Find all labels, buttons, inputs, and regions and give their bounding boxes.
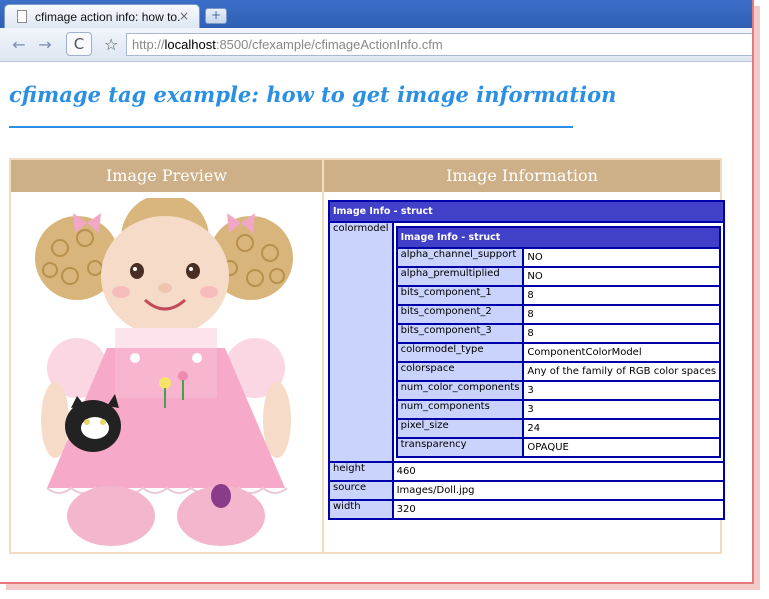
dump-value: 3 — [522, 399, 722, 420]
image-information-header: Image Information — [324, 160, 720, 192]
browser-window: cfimage action info: how to... × + ← → C… — [0, 0, 754, 584]
dump-key[interactable]: num_components — [395, 399, 525, 420]
dump-value: 24 — [522, 418, 722, 439]
dump-key[interactable]: colormodel_type — [395, 342, 525, 363]
table-row: transparency OPAQUE — [395, 437, 722, 458]
dump-value: NO — [522, 247, 722, 268]
back-arrow-icon[interactable]: ← — [8, 34, 30, 56]
page-icon — [17, 10, 27, 23]
url-host: localhost — [164, 37, 216, 52]
dump-value: 8 — [522, 323, 722, 344]
table-row: alpha_premultiplied NO — [395, 266, 722, 287]
dump-key[interactable]: source — [328, 480, 394, 501]
dump-value: ComponentColorModel — [522, 342, 722, 363]
browser-tab[interactable]: cfimage action info: how to... × — [4, 4, 200, 28]
dump-key[interactable]: bits_component_1 — [395, 285, 525, 306]
column-divider — [322, 160, 324, 552]
address-bar[interactable]: http://localhost:8500/cfexample/cfimageA… — [126, 33, 752, 56]
dump-value: 8 — [522, 285, 722, 306]
dump-value: 8 — [522, 304, 722, 325]
close-tab-icon[interactable]: × — [179, 9, 189, 23]
table-row: width 320 — [328, 499, 726, 520]
tab-strip: cfimage action info: how to... × + — [0, 0, 752, 28]
image-info-dump: Image Info - struct colormodel Image Inf… — [328, 200, 726, 533]
dump-value: OPAQUE — [522, 437, 722, 458]
new-tab-button[interactable]: + — [205, 8, 227, 24]
url-scheme: http:// — [132, 37, 165, 52]
dump-key[interactable]: height — [328, 461, 394, 482]
url-path: :8500/cfexample/cfimageActionInfo.cfm — [215, 37, 443, 52]
table-row: bits_component_1 8 — [395, 285, 722, 306]
browser-toolbar: ← → C ☆ http://localhost:8500/cfexample/… — [0, 28, 752, 62]
inner-struct-header[interactable]: Image Info - struct — [396, 227, 721, 248]
dump-value: Images/Doll.jpg — [391, 480, 726, 501]
dump-key[interactable]: width — [328, 499, 394, 520]
dump-key[interactable]: pixel_size — [395, 418, 525, 439]
table-row: num_color_components 3 — [395, 380, 722, 401]
layout-table: Image Preview Image Information Image In… — [9, 158, 726, 554]
bookmark-star-icon[interactable]: ☆ — [104, 35, 118, 54]
tab-title: cfimage action info: how to... — [35, 10, 181, 24]
table-row: colorspace Any of the family of RGB color… — [395, 361, 722, 382]
dump-value: NO — [522, 266, 722, 287]
image-preview-header: Image Preview — [11, 160, 322, 192]
doll-image — [35, 198, 293, 546]
page-content: cfimage tag example: how to get image in… — [0, 62, 752, 582]
dump-key[interactable]: num_color_components — [395, 380, 525, 401]
dump-key[interactable]: alpha_channel_support — [395, 247, 525, 268]
page-title: cfimage tag example: how to get image in… — [9, 82, 617, 107]
dump-value: Any of the family of RGB color spaces — [522, 361, 722, 382]
colormodel-key[interactable]: colormodel — [328, 221, 394, 463]
title-divider — [9, 126, 573, 128]
table-row: height 460 — [328, 461, 726, 482]
table-row: colormodel_type ComponentColorModel — [395, 342, 722, 363]
image-info-struct: Image Info - struct colormodel Image Inf… — [328, 200, 726, 520]
dump-key[interactable]: bits_component_3 — [395, 323, 525, 344]
table-row: bits_component_3 8 — [395, 323, 722, 344]
table-row: bits_component_2 8 — [395, 304, 722, 325]
forward-arrow-icon[interactable]: → — [34, 34, 56, 56]
table-row: pixel_size 24 — [395, 418, 722, 439]
struct-header[interactable]: Image Info - struct — [329, 201, 725, 222]
dump-value: 460 — [391, 461, 726, 482]
reload-icon[interactable]: C — [66, 32, 92, 56]
table-row: num_components 3 — [395, 399, 722, 420]
dump-key[interactable]: alpha_premultiplied — [395, 266, 525, 287]
dump-key[interactable]: transparency — [395, 437, 525, 458]
dump-key[interactable]: bits_component_2 — [395, 304, 525, 325]
colormodel-struct: Image Info - struct alpha_channel_suppor… — [395, 226, 722, 458]
dump-value: 320 — [391, 499, 726, 520]
table-row: source Images/Doll.jpg — [328, 480, 726, 501]
dump-key[interactable]: colorspace — [395, 361, 525, 382]
dump-value: 3 — [522, 380, 722, 401]
colormodel-value: Image Info - struct alpha_channel_suppor… — [391, 221, 726, 463]
table-row: alpha_channel_support NO — [395, 247, 722, 268]
